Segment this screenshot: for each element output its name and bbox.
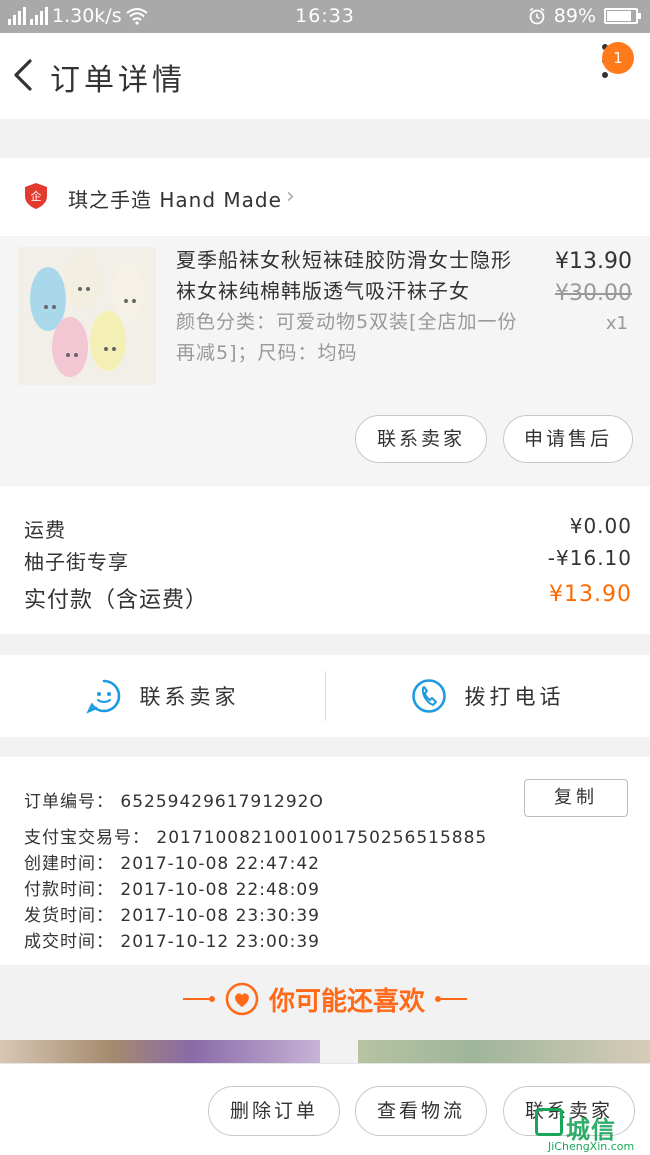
alipay-trade-number: 支付宝交易号： 2017100821001001750256515885 [24, 828, 488, 848]
product-item[interactable]: 夏季船袜女秋短袜硅胶防滑女士隐形袜女袜纯棉韩版透气吸汗袜子女 颜色分类：可爱动物… [0, 237, 650, 485]
phone-icon [411, 679, 446, 713]
created-time: 创建时间： 2017-10-08 22:47:42 [24, 854, 320, 874]
product-sku: 颜色分类：可爱动物5双装[全店加一份再减5]；尺码：均码 [176, 311, 518, 364]
status-right: 89% [528, 5, 641, 27]
shipping-label: 运费 [24, 518, 66, 542]
contact-seller-label: 联系卖家 [139, 685, 240, 709]
socks-image [18, 247, 156, 385]
shop-logo-icon: 企 [25, 183, 47, 209]
discount-row: 柚子街专享 -¥16.10 [24, 546, 632, 575]
recommend-title: 你可能还喜欢 [268, 986, 425, 1017]
recommend-header: 你可能还喜欢 [0, 965, 650, 1033]
view-logistics-button[interactable]: 查看物流 [355, 1086, 487, 1136]
contact-seller-button[interactable]: 联系卖家 [355, 415, 487, 463]
total-value: ¥13.90 [549, 582, 632, 607]
call-phone-label: 拨打电话 [464, 685, 565, 709]
chat-bubble-icon [85, 679, 120, 714]
product-title: 夏季船袜女秋短袜硅胶防滑女士隐形袜女袜纯棉韩版透气吸汗袜子女 [176, 248, 512, 303]
shipping-row: 运费 ¥0.00 [24, 514, 632, 543]
chevron-right-icon: › [286, 184, 295, 209]
nav-bar: 订单详情 [0, 33, 650, 119]
more-dot-icon [602, 72, 608, 78]
paid-time: 付款时间： 2017-10-08 22:48:09 [24, 880, 320, 900]
product-quantity: x1 [605, 313, 628, 334]
shipped-time: 发货时间： 2017-10-08 23:30:39 [24, 906, 320, 926]
contact-bar: 联系卖家 拨打电话 [0, 655, 650, 737]
back-arrow-icon[interactable] [10, 55, 40, 95]
decor-line-right [435, 996, 467, 1002]
battery-percent: 89% [553, 5, 596, 27]
watermark-subtext: JiChengXin.com [548, 1140, 635, 1153]
product-price: ¥13.90 [555, 249, 632, 274]
watermark-logo-icon [535, 1108, 563, 1136]
product-original-price: ¥30.00 [555, 281, 632, 306]
call-phone-link[interactable]: 拨打电话 [325, 655, 650, 737]
total-label: 实付款（含运费） [24, 588, 209, 613]
heart-icon [225, 982, 259, 1016]
copy-button[interactable]: 复制 [524, 779, 628, 817]
discount-label: 柚子街专享 [24, 550, 129, 574]
decor-line-left [182, 996, 215, 1002]
delete-order-button[interactable]: 删除订单 [208, 1086, 340, 1136]
page-title: 订单详情 [50, 63, 186, 98]
order-info: 订单编号： 6525942961791292O 复制 支付宝交易号： 20171… [0, 757, 650, 965]
order-number: 订单编号： 6525942961791292O [24, 792, 324, 812]
shop-name: 琪之手造 Hand Made [68, 188, 282, 212]
battery-icon [604, 8, 641, 24]
fee-summary: 运费 ¥0.00 柚子街专享 -¥16.10 实付款（含运费） ¥13.90 [0, 486, 650, 634]
contact-seller-link[interactable]: 联系卖家 [0, 655, 325, 737]
shipping-value: ¥0.00 [569, 514, 632, 538]
alarm-icon [529, 7, 545, 25]
shop-row[interactable]: 企 琪之手造 Hand Made › [0, 158, 650, 236]
product-image[interactable] [18, 247, 156, 385]
discount-value: -¥16.10 [547, 546, 632, 570]
notification-badge: 1 [602, 42, 634, 74]
svg-text:企: 企 [31, 189, 42, 203]
completed-time: 成交时间： 2017-10-12 23:00:39 [24, 932, 320, 952]
after-sale-button[interactable]: 申请售后 [503, 415, 633, 463]
total-row: 实付款（含运费） ¥13.90 [24, 582, 632, 614]
status-bar: 1.30k/s 16:33 89% [0, 0, 650, 33]
